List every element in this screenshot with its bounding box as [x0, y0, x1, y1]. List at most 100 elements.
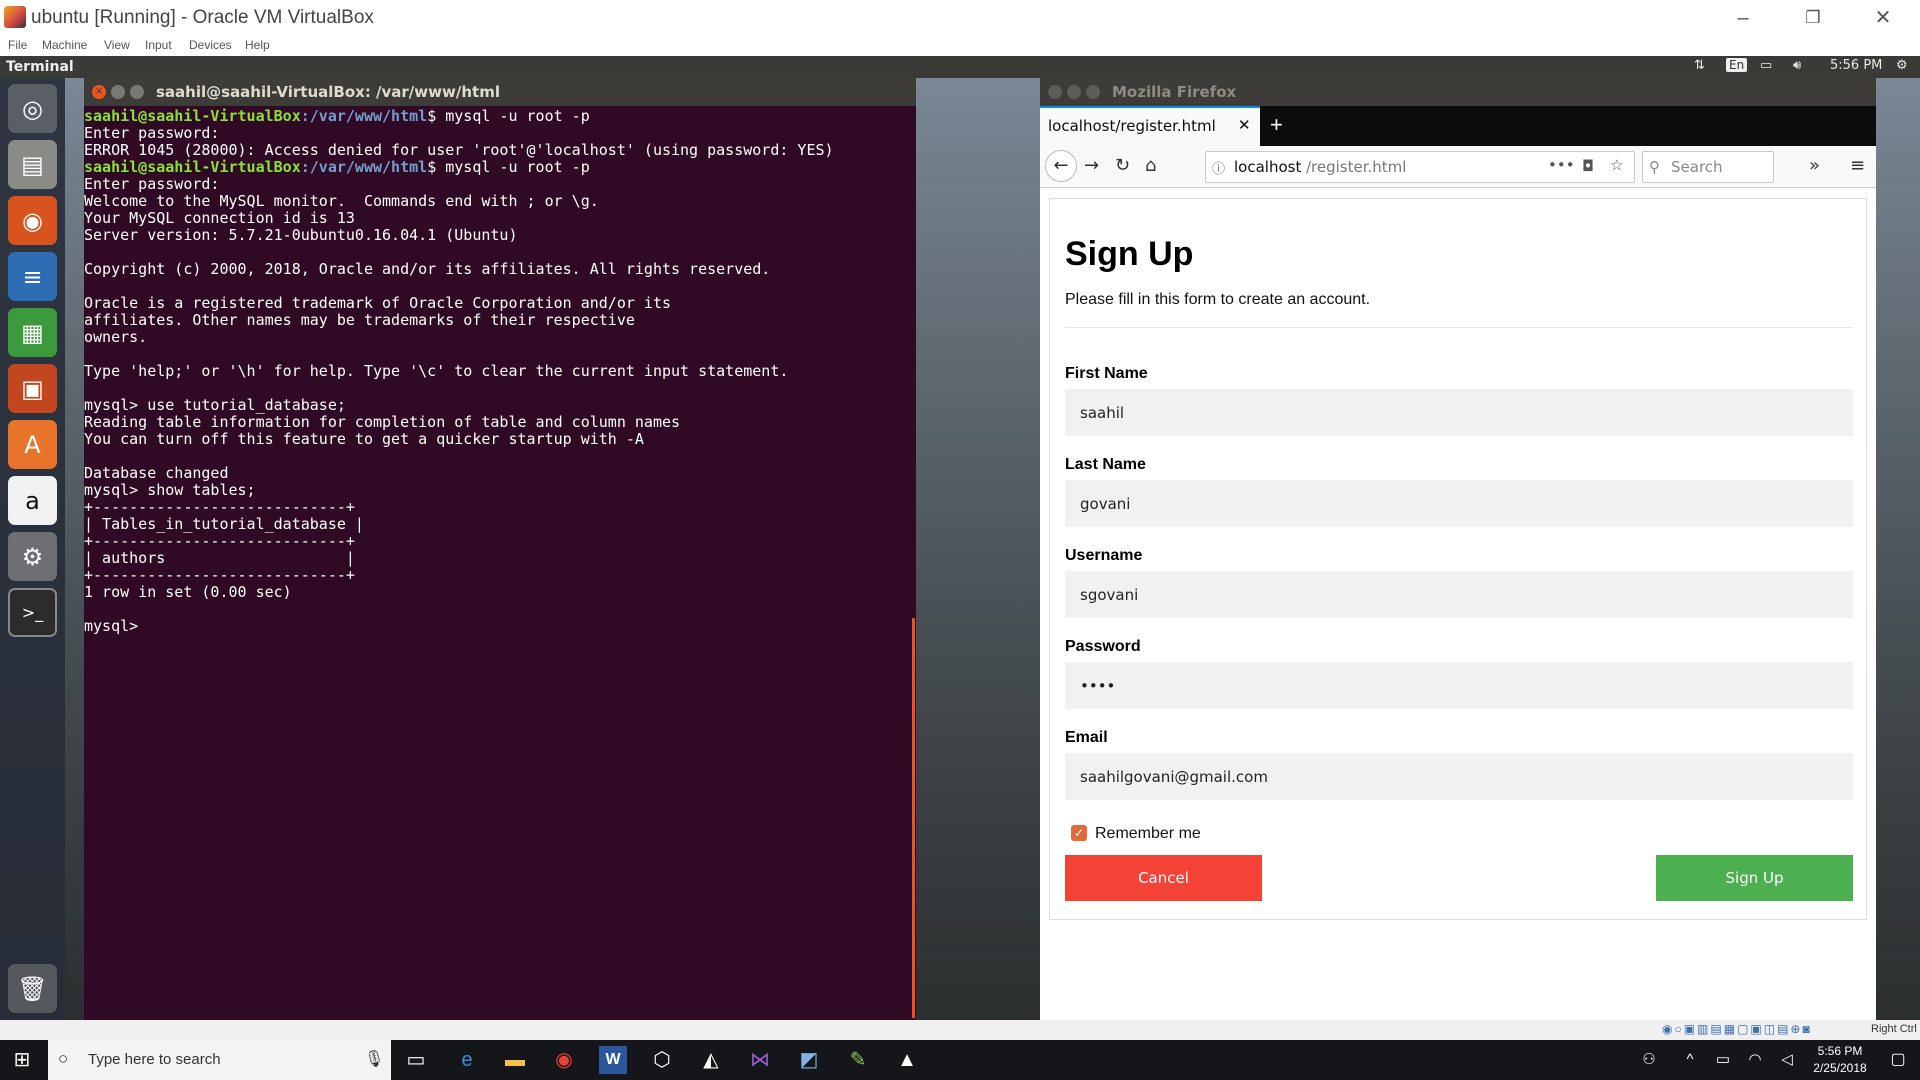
taskbar-time[interactable]: 5:56 PM [1810, 1044, 1870, 1058]
username-field[interactable] [1065, 571, 1853, 618]
remember-me-checkbox[interactable]: ✓ [1071, 825, 1087, 841]
terminal-maximize-button[interactable] [130, 85, 144, 99]
sign-up-button[interactable]: Sign Up [1656, 855, 1853, 901]
taskbar-search-box[interactable]: ○ Type here to search 🎙︎ [48, 1040, 391, 1080]
windows-taskbar: ⊞ ○ Type here to search 🎙︎ ▭ e ▬ ◉ W ⬡ ◭… [0, 1040, 1920, 1080]
virtualbox-taskbar-icon[interactable]: ⬡ [648, 1046, 676, 1074]
back-arrow-icon[interactable]: ← [1045, 150, 1077, 182]
mysql-workbench-icon[interactable]: ◩ [795, 1046, 823, 1074]
taskbar-search-placeholder: Type here to search [88, 1051, 221, 1068]
menu-input[interactable]: Input [145, 38, 172, 52]
notepad-plus-icon[interactable]: ✎ [844, 1046, 872, 1074]
clock[interactable]: 5:56 PM [1830, 58, 1882, 73]
menu-view[interactable]: View [104, 38, 130, 52]
url-bar[interactable]: ⓘ localhost /register.html ••• ◘ ☆ [1205, 151, 1635, 183]
site-info-icon[interactable]: ⓘ [1212, 158, 1225, 177]
terminal-close-button[interactable]: ✕ [92, 85, 106, 99]
terminal-title: saahil@saahil-VirtualBox: /var/www/html [156, 83, 500, 101]
word-icon[interactable]: W [599, 1046, 627, 1074]
close-button[interactable]: ✕ [1860, 4, 1906, 32]
terminal-window: ✕ saahil@saahil-VirtualBox: /var/www/htm… [84, 78, 916, 1020]
device-status-icons[interactable]: ◉○▣▥▤▦▢▣◫▤⊕◙ [1662, 1022, 1812, 1036]
last-name-label: Last Name [1065, 456, 1146, 473]
people-icon[interactable]: ⚇ [1635, 1046, 1663, 1074]
libreoffice-calc-icon[interactable]: ▦ [8, 308, 57, 357]
amazon-icon[interactable]: a [8, 476, 57, 525]
notifications-icon[interactable]: ▢ [1884, 1046, 1912, 1074]
first-name-field[interactable] [1065, 389, 1853, 436]
bookmark-star-icon[interactable]: ☆ [1610, 156, 1623, 174]
overflow-chevron-icon[interactable]: » [1809, 155, 1820, 176]
window-title: ubuntu [Running] - Oracle VM VirtualBox [31, 7, 374, 28]
restore-button[interactable]: ❐ [1790, 4, 1836, 32]
tab-register[interactable]: localhost/register.html ✕ [1040, 106, 1260, 146]
files-icon[interactable]: ▤ [8, 140, 57, 189]
terminal-output[interactable]: saahil@saahil-VirtualBox:/var/www/html$ … [84, 108, 916, 1018]
visual-studio-icon[interactable]: ⋈ [746, 1046, 774, 1074]
virtualbox-menubar: File Machine View Input Devices Help [0, 36, 1920, 56]
trash-icon[interactable]: 🗑︎ [8, 964, 57, 1013]
search-bar[interactable]: ⚲ Search [1642, 151, 1774, 183]
tray-chevron-icon[interactable]: ^ [1676, 1046, 1704, 1074]
speaker-icon[interactable]: ◁ [1773, 1046, 1801, 1074]
firefox-minimize-button[interactable] [1067, 85, 1081, 99]
terminal-minimize-button[interactable] [111, 85, 125, 99]
software-center-icon[interactable]: A [8, 420, 57, 469]
first-name-label: First Name [1065, 365, 1148, 382]
firefox-window: Mozilla Firefox localhost/register.html … [1040, 78, 1876, 1020]
new-tab-button[interactable]: + [1270, 112, 1283, 138]
firefox-maximize-button[interactable] [1086, 85, 1100, 99]
cortana-circle-icon: ○ [58, 1049, 69, 1068]
task-view-icon[interactable]: ▭ [402, 1046, 430, 1074]
page-actions-icon[interactable]: ••• [1548, 156, 1575, 174]
last-name-field[interactable] [1065, 480, 1853, 527]
menu-devices[interactable]: Devices [189, 38, 232, 52]
wifi-icon[interactable]: ◠ [1741, 1046, 1769, 1074]
ubuntu-top-panel: Terminal ⇅ En ▭ 🔊︎ 5:56 PM ⚙ [0, 56, 1920, 78]
virtualbox-status-bar: ◉○▣▥▤▦▢▣◫▤⊕◙ Right Ctrl [0, 1020, 1920, 1040]
cancel-button[interactable]: Cancel [1065, 855, 1262, 901]
file-explorer-icon[interactable]: ▬ [501, 1046, 529, 1074]
libreoffice-writer-icon[interactable]: ≡ [8, 252, 57, 301]
minimize-button[interactable]: – [1720, 4, 1766, 32]
host-key-label: Right Ctrl [1871, 1023, 1917, 1035]
volume-icon[interactable]: 🔊︎ [1793, 58, 1801, 73]
firefox-close-button[interactable] [1048, 85, 1062, 99]
menu-file[interactable]: File [8, 38, 27, 52]
terminal-icon[interactable]: >_ [8, 588, 57, 637]
battery-tray-icon[interactable]: ▭ [1709, 1046, 1737, 1074]
password-field[interactable] [1065, 662, 1853, 709]
url-host: localhost [1234, 158, 1302, 176]
pocket-icon[interactable]: ◘ [1582, 157, 1594, 175]
home-icon[interactable]: ⌂ [1145, 155, 1156, 176]
hamburger-menu-icon[interactable]: ≡ [1850, 155, 1865, 176]
battery-icon[interactable]: ▭ [1760, 58, 1772, 73]
reload-icon[interactable]: ↻ [1115, 155, 1130, 176]
firefox-window-title: Mozilla Firefox [1112, 83, 1237, 101]
ubuntu-launcher: ◎ ▤ ◉ ≡ ▦ ▣ A a ⚙ >_ 🗑︎ [0, 78, 65, 1020]
menu-help[interactable]: Help [245, 38, 270, 52]
forward-arrow-icon[interactable]: → [1084, 155, 1099, 176]
edge-icon[interactable]: e [453, 1046, 481, 1074]
tab-close-icon[interactable]: ✕ [1238, 116, 1251, 134]
unity-icon[interactable]: ◭ [697, 1046, 725, 1074]
photos-icon[interactable]: ▲ [893, 1046, 921, 1074]
username-label: Username [1065, 547, 1143, 564]
settings-gear-icon[interactable]: ⚙ [1896, 58, 1908, 73]
taskbar-date[interactable]: 2/25/2018 [1806, 1061, 1874, 1075]
system-settings-icon[interactable]: ⚙ [8, 532, 57, 581]
chrome-icon[interactable]: ◉ [550, 1046, 578, 1074]
terminal-scrollbar[interactable] [912, 618, 915, 1018]
windows-start-icon[interactable]: ⊞ [8, 1046, 36, 1074]
libreoffice-impress-icon[interactable]: ▣ [8, 364, 57, 413]
active-app-name: Terminal [6, 59, 74, 75]
register-page: Sign Up Please fill in this form to crea… [1049, 198, 1867, 920]
terminal-text: saahil@saahil-VirtualBox:/var/www/html$ … [84, 107, 834, 635]
network-icon[interactable]: ⇅ [1694, 58, 1705, 73]
keyboard-layout-indicator[interactable]: En [1726, 58, 1748, 72]
ubuntu-dash-icon[interactable]: ◎ [8, 84, 57, 133]
email-field[interactable] [1065, 753, 1853, 800]
microphone-icon[interactable]: 🎙︎ [364, 1049, 384, 1069]
menu-machine[interactable]: Machine [42, 38, 87, 52]
firefox-icon[interactable]: ◉ [8, 196, 57, 245]
